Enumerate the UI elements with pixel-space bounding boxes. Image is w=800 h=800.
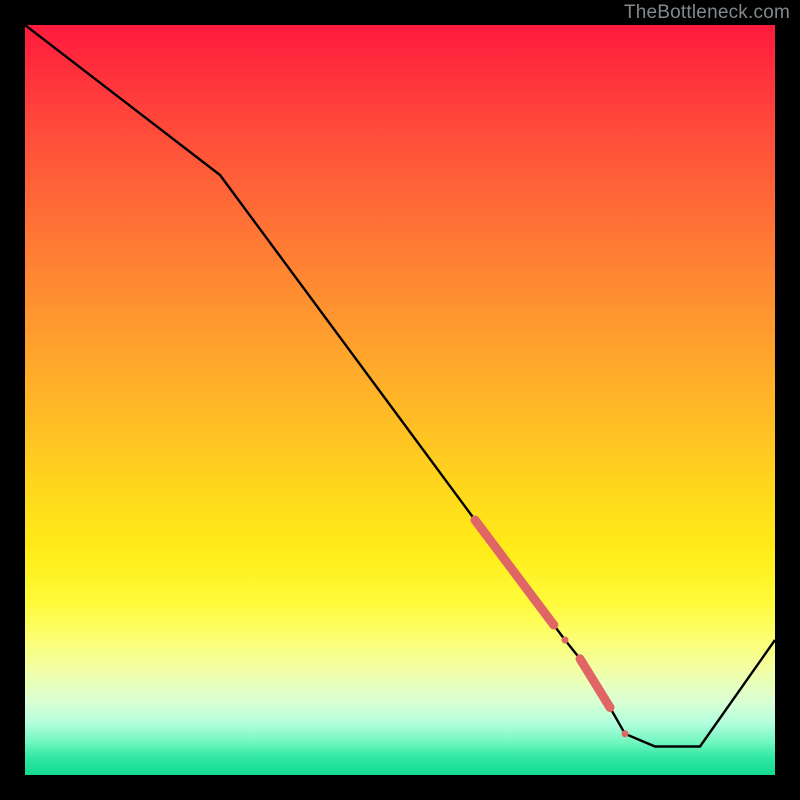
- watermark-label: TheBottleneck.com: [624, 2, 790, 24]
- chart-frame: TheBottleneck.com: [0, 0, 800, 800]
- curve-layer: [25, 25, 775, 747]
- bottleneck-curve-svg: [25, 25, 775, 775]
- plot-area: [25, 25, 775, 775]
- marker-segment: [580, 659, 610, 708]
- marker-segment: [475, 520, 554, 625]
- bottleneck-line: [25, 25, 775, 747]
- marker-dot: [562, 637, 569, 644]
- marker-dot: [622, 730, 629, 737]
- marker-layer: [475, 520, 629, 737]
